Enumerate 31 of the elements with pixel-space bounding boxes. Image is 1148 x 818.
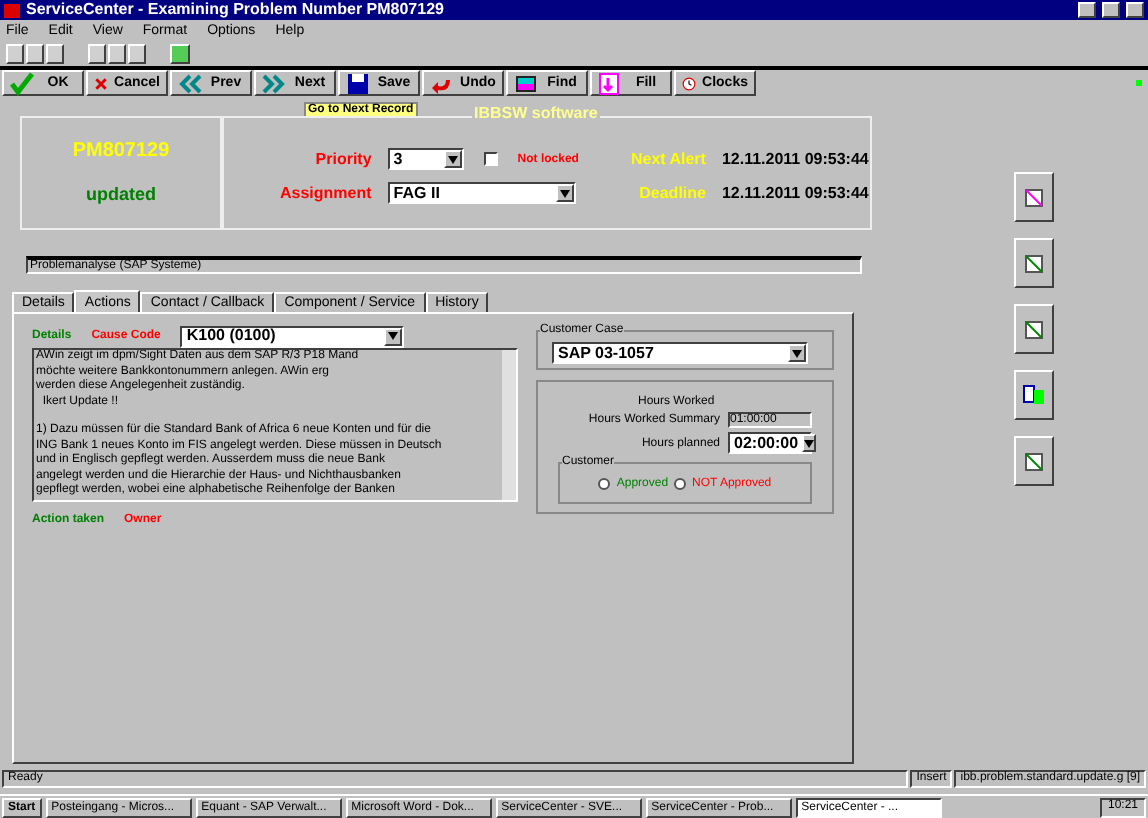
- deadline-value: 12.11.2011 09:53:44: [721, 182, 869, 204]
- record-status: updated: [86, 186, 156, 204]
- radio-button[interactable]: [674, 477, 687, 489]
- dropdown-arrow-icon: [788, 344, 806, 362]
- radio-button[interactable]: [598, 477, 611, 489]
- record-number: PM807129: [72, 142, 170, 162]
- cause-code-dropdown[interactable]: K100 (0100): [180, 325, 405, 347]
- assignment-dropdown[interactable]: FAG II: [387, 182, 576, 204]
- status-light-icon: [1136, 80, 1142, 86]
- scrollbar[interactable]: [502, 350, 516, 500]
- window-title: ServiceCenter - Examining Problem Number PM807129: [26, 2, 446, 18]
- not-locked-checkbox[interactable]: [483, 152, 498, 166]
- dropdown-arrow-icon: [384, 327, 403, 345]
- assignment-label: Assignment: [280, 182, 372, 204]
- customer-case-dropdown[interactable]: SAP 03-1057: [552, 342, 808, 364]
- group-title: IBBSW software: [472, 106, 600, 122]
- deadline-label: Deadline: [639, 182, 706, 204]
- dropdown-arrow-icon: [802, 434, 817, 452]
- double-chevron-left-icon: [178, 71, 202, 95]
- dropdown-arrow-icon: [555, 184, 574, 202]
- priority-label: Priority: [315, 148, 372, 170]
- app-icon: [4, 3, 20, 17]
- priority-dropdown[interactable]: 3: [387, 148, 464, 170]
- dropdown-arrow-icon: [443, 150, 462, 168]
- check-icon: [10, 71, 34, 95]
- next-alert-value: 12.11.2011 09:53:44: [721, 148, 869, 170]
- next-alert-label: Next Alert: [630, 148, 706, 170]
- window-icon: [514, 71, 538, 95]
- hours-planned-dropdown[interactable]: 02:00:00: [728, 432, 812, 454]
- description-text-area[interactable]: [32, 348, 518, 502]
- double-chevron-right-icon: [262, 71, 286, 95]
